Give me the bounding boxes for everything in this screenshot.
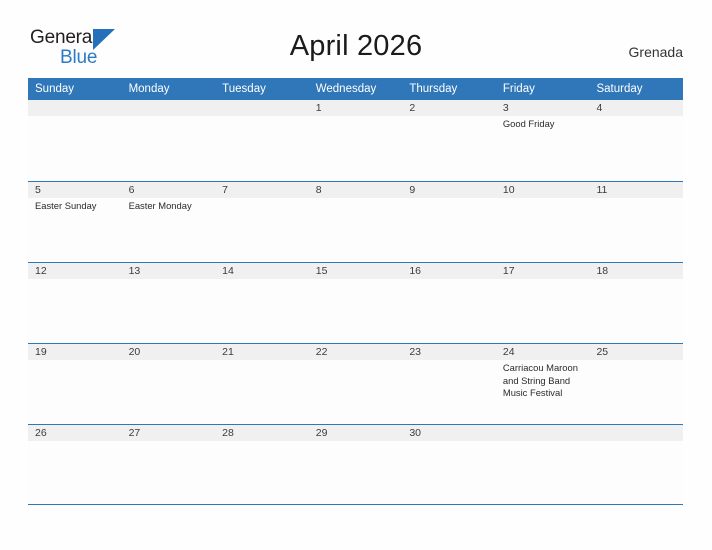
day-cell-23[interactable]: 23 [402,344,496,424]
day-number: 15 [308,263,403,279]
weekday-header-monday: Monday [128,83,170,95]
day-cell-17[interactable]: 17 [495,263,590,343]
calendar-week-row: 19 20 21 22 23 24 Carriacou Maroon and String … [28,343,684,424]
day-number [121,100,216,116]
weekday-header-wednesday: Wednesday [315,83,377,95]
day-cell-empty [495,425,590,504]
day-number: 16 [402,263,496,279]
day-cell-4[interactable]: 4 [589,100,684,181]
day-cell-1[interactable]: 1 [308,100,403,181]
day-number: 8 [308,182,403,198]
calendar-week-row: 1 2 3 Good Friday 4 [28,100,684,181]
day-cell-24[interactable]: 24 Carriacou Maroon and String Band Music… [495,344,590,424]
day-number: 1 [308,100,403,116]
day-number: 17 [495,263,590,279]
day-number: 25 [589,344,684,360]
calendar-week-row: 5 Easter Sunday 6 Easter Monday 7 8 9 10 11 [28,181,684,262]
day-cell-14[interactable]: 14 [215,263,309,343]
day-number: 21 [215,344,309,360]
day-cell-28[interactable]: 28 [215,425,309,504]
day-events: Easter Monday [122,198,216,213]
day-cell-13[interactable]: 13 [121,263,216,343]
day-cell-12[interactable]: 12 [28,263,122,343]
day-number: 3 [495,100,590,116]
weekday-header-tuesday: Tuesday [222,83,266,95]
day-cell-30[interactable]: 30 [402,425,496,504]
day-number: 20 [121,344,216,360]
day-events: Good Friday [496,116,590,131]
day-cell-26[interactable]: 26 [28,425,122,504]
weekday-header-saturday: Saturday [596,83,643,95]
day-number: 9 [402,182,496,198]
location-label: Grenada [628,44,683,60]
day-cell-empty [589,425,684,504]
day-cell-empty [215,100,309,181]
day-number: 13 [121,263,216,279]
calendar-week-row: 26 27 28 29 30 [28,424,684,505]
day-cell-20[interactable]: 20 [121,344,216,424]
day-number: 18 [589,263,684,279]
day-cell-2[interactable]: 2 [402,100,496,181]
day-number: 30 [402,425,496,441]
day-number: 12 [28,263,122,279]
day-cell-15[interactable]: 15 [308,263,403,343]
day-number: 5 [28,182,122,198]
weekday-header-sunday: Sunday [35,83,75,95]
day-cell-empty [28,100,122,181]
day-number: 26 [28,425,122,441]
weekday-header-friday: Friday [502,83,535,95]
day-cell-16[interactable]: 16 [402,263,496,343]
day-number: 6 [121,182,216,198]
day-events: Carriacou Maroon and String Band Music F… [496,360,590,400]
day-number: 27 [121,425,216,441]
day-cell-25[interactable]: 25 [589,344,684,424]
day-cell-6[interactable]: 6 Easter Monday [121,182,216,262]
day-cell-18[interactable]: 18 [589,263,684,343]
day-number: 4 [589,100,684,116]
day-number [28,100,122,116]
page-header: General Blue April 2026 Grenada [0,0,712,76]
weekday-header-row: Sunday Monday Tuesday Wednesday Thursday Frid… [28,78,683,100]
day-number: 28 [215,425,309,441]
event-label: Good Friday [502,118,555,129]
calendar-weeks: 1 2 3 Good Friday 4 5 Easter Sunday 6 Easter Mon… [28,100,684,505]
day-number [589,425,684,441]
day-cell-7[interactable]: 7 [215,182,309,262]
event-label: Easter Sunday [35,200,97,211]
day-cell-11[interactable]: 11 [589,182,684,262]
day-cell-empty [121,100,216,181]
day-number: 7 [215,182,309,198]
day-cell-8[interactable]: 8 [308,182,403,262]
weekday-header-thursday: Thursday [409,83,458,95]
day-cell-22[interactable]: 22 [308,344,403,424]
day-cell-19[interactable]: 19 [28,344,122,424]
day-cell-5[interactable]: 5 Easter Sunday [28,182,122,262]
calendar-grid: Sunday Monday Tuesday Wednesday Thursday Frid… [28,78,684,505]
day-events: Easter Sunday [28,198,122,213]
day-number: 24 [495,344,590,360]
day-number: 10 [495,182,590,198]
day-number: 11 [589,182,684,198]
day-number: 2 [402,100,496,116]
day-cell-3[interactable]: 3 Good Friday [495,100,590,181]
day-cell-10[interactable]: 10 [495,182,590,262]
event-label: Easter Monday [128,200,192,211]
day-cell-27[interactable]: 27 [121,425,216,504]
page-title: April 2026 [289,30,423,62]
day-cell-29[interactable]: 29 [308,425,403,504]
calendar-week-row: 12 13 14 15 16 17 18 [28,262,684,343]
day-number: 14 [215,263,309,279]
day-number [215,100,309,116]
day-number: 19 [28,344,122,360]
day-cell-21[interactable]: 21 [215,344,309,424]
day-number: 29 [308,425,403,441]
day-number [495,425,590,441]
day-cell-9[interactable]: 9 [402,182,496,262]
event-label: Carriacou Maroon and String Band Music F… [502,362,578,399]
day-number: 22 [308,344,403,360]
day-number: 23 [402,344,496,360]
